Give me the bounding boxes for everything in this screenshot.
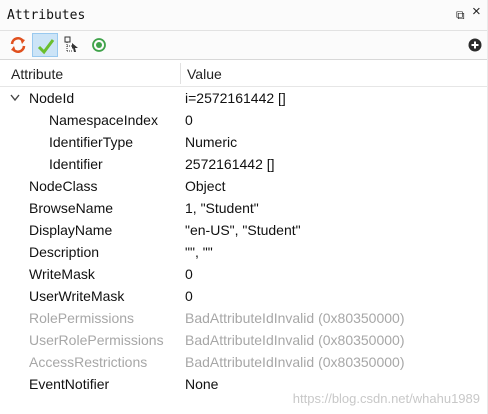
tree-button[interactable]	[59, 33, 85, 57]
attribute-name: UserRolePermissions	[29, 332, 164, 348]
attribute-value: BadAttributeIdInvalid (0x80350000)	[185, 354, 405, 370]
attribute-name: Identifier	[49, 156, 103, 172]
table-row[interactable]: NodeClass Object	[0, 176, 488, 198]
attribute-value: None	[185, 376, 219, 392]
table-row[interactable]: NodeId i=2572161442 []	[0, 88, 488, 110]
column-header-attribute[interactable]: Attribute	[11, 66, 63, 82]
attribute-name: EventNotifier	[29, 376, 110, 392]
attribute-value: 0	[185, 288, 193, 304]
attribute-value: 0	[185, 112, 193, 128]
attribute-name: IdentifierType	[49, 134, 134, 150]
attribute-name: NamespaceIndex	[49, 112, 158, 128]
tree-icon	[64, 36, 78, 52]
table-row[interactable]: WriteMask 0	[0, 264, 488, 286]
attribute-name: NodeClass	[29, 178, 98, 194]
table-row[interactable]: NamespaceIndex 0	[0, 110, 488, 132]
column-divider[interactable]	[180, 63, 181, 84]
check-icon	[37, 39, 55, 55]
attribute-name: DisplayName	[29, 222, 113, 238]
attribute-value: "", ""	[185, 244, 213, 260]
attribute-value: 0	[185, 266, 193, 282]
attribute-name: AccessRestrictions	[29, 354, 148, 370]
attribute-name: UserWriteMask	[29, 288, 125, 304]
attribute-name: RolePermissions	[29, 310, 135, 326]
attributes-toolbar	[0, 31, 488, 60]
attributes-table: Attribute Value NodeId i=2572161442 [] Nam…	[0, 60, 488, 414]
attribute-value: BadAttributeIdInvalid (0x80350000)	[185, 310, 405, 326]
table-row[interactable]: UserWriteMask 0	[0, 286, 488, 308]
refresh-button[interactable]	[5, 33, 31, 57]
close-panel-icon[interactable]: ×	[472, 4, 481, 19]
attribute-value: "en-US", "Student"	[185, 222, 301, 238]
table-row[interactable]: RolePermissions BadAttributeIdInvalid (0x…	[0, 308, 488, 330]
table-header: Attribute Value	[0, 60, 488, 87]
attribute-name: WriteMask	[29, 266, 95, 282]
table-row[interactable]: AccessRestrictions BadAttributeIdInvalid …	[0, 352, 488, 374]
attribute-name: BrowseName	[29, 200, 114, 216]
add-icon[interactable]	[468, 38, 482, 52]
attribute-value: 2572161442 []	[185, 156, 275, 172]
table-row[interactable]: DisplayName "en-US", "Student"	[0, 220, 488, 242]
radio-icon	[92, 38, 106, 52]
float-panel-icon[interactable]: ⧉	[456, 9, 465, 21]
attributes-panel: Attributes ⧉ × Attribute Value NodeId i=…	[0, 0, 488, 414]
table-row[interactable]: Identifier 2572161442 []	[0, 154, 488, 176]
table-row[interactable]: UserRolePermissions BadAttributeIdInvalid…	[0, 330, 488, 352]
table-row[interactable]: IdentifierType Numeric	[0, 132, 488, 154]
attribute-name: Description	[29, 244, 100, 260]
attribute-value: i=2572161442 []	[185, 90, 286, 106]
chevron-down-icon[interactable]	[10, 94, 20, 102]
panel-title: Attributes	[7, 8, 86, 23]
panel-titlebar: Attributes ⧉ ×	[0, 0, 488, 31]
attribute-value: 1, "Student"	[185, 200, 259, 216]
table-row[interactable]: BrowseName 1, "Student"	[0, 198, 488, 220]
refresh-icon	[10, 37, 26, 53]
monitor-button[interactable]	[86, 33, 112, 57]
watermark: https://blog.csdn.net/whahu1989	[292, 391, 480, 406]
attribute-name: NodeId	[29, 90, 75, 106]
attribute-value: Numeric	[185, 134, 238, 150]
attribute-value: Object	[185, 178, 226, 194]
apply-button[interactable]	[32, 33, 58, 57]
column-header-value[interactable]: Value	[187, 66, 222, 82]
attribute-value: BadAttributeIdInvalid (0x80350000)	[185, 332, 405, 348]
table-row[interactable]: Description "", ""	[0, 242, 488, 264]
